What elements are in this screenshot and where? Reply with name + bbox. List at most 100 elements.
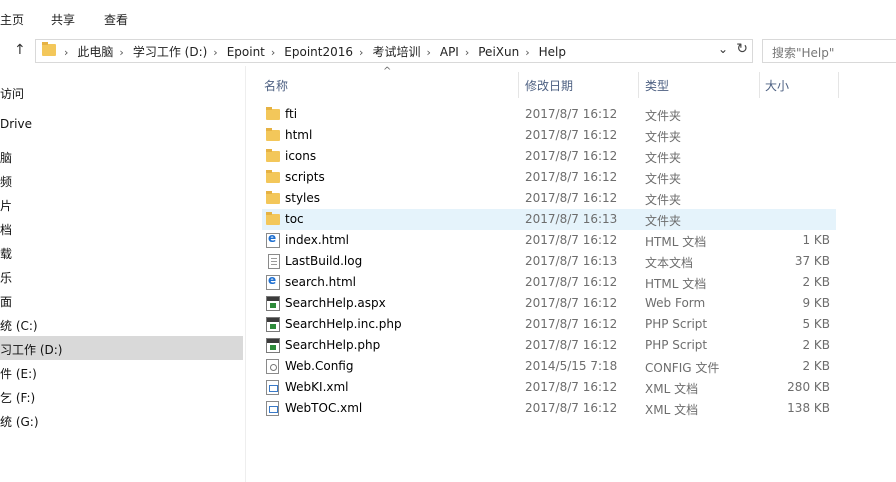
nav-item[interactable]: 统 (C:) — [0, 312, 243, 336]
file-row[interactable]: html 2017/8/7 16:12 文件夹 — [262, 125, 836, 146]
nav-item-label: 统 (G:) — [0, 415, 39, 429]
file-row[interactable]: index.html 2017/8/7 16:12 HTML 文档 1 KB — [262, 230, 836, 251]
breadcrumb-item[interactable]: Help — [539, 45, 566, 59]
file-type: PHP Script — [645, 317, 708, 331]
file-date: 2017/8/7 16:12 — [525, 296, 618, 310]
file-size: 9 KB — [802, 296, 830, 310]
nav-item-label: 乐 — [0, 271, 13, 285]
breadcrumb-separator-icon[interactable]: › — [271, 46, 275, 59]
column-divider[interactable] — [838, 72, 839, 98]
breadcrumb-item[interactable]: Epoint2016 — [284, 45, 353, 59]
file-date: 2017/8/7 16:12 — [525, 107, 618, 121]
column-divider[interactable] — [638, 72, 639, 98]
breadcrumb-item[interactable]: PeiXun — [478, 45, 519, 59]
breadcrumb-separator-icon[interactable]: › — [525, 46, 529, 59]
nav-item-label: 件 (E:) — [0, 367, 37, 381]
file-row[interactable]: LastBuild.log 2017/8/7 16:13 文本文档 37 KB — [262, 251, 836, 272]
column-size-header[interactable]: 大小 — [765, 77, 789, 94]
xml-file-icon — [266, 380, 279, 395]
file-date: 2017/8/7 16:12 — [525, 149, 618, 163]
file-type: 文件夹 — [645, 214, 682, 228]
nav-item[interactable]: 脑 — [0, 144, 243, 168]
refresh-icon[interactable]: ↻ — [736, 41, 748, 57]
tab-share[interactable]: 共享 — [51, 11, 75, 28]
file-name: WebTOC.xml — [285, 401, 363, 415]
file-row[interactable]: WebKI.xml 2017/8/7 16:12 XML 文档 280 KB — [262, 377, 836, 398]
file-type: HTML 文档 — [645, 277, 707, 291]
folder-icon — [266, 128, 280, 141]
file-date: 2014/5/15 7:18 — [525, 359, 618, 373]
file-date: 2017/8/7 16:12 — [525, 317, 618, 331]
breadcrumb-item[interactable]: 此电脑 — [77, 45, 113, 59]
breadcrumb-separator-icon[interactable]: › — [119, 46, 123, 59]
breadcrumb-item[interactable]: 考试培训 — [372, 45, 420, 59]
file-date: 2017/8/7 16:12 — [525, 191, 618, 205]
breadcrumb-separator-icon[interactable]: › — [213, 46, 217, 59]
file-size: 37 KB — [794, 254, 830, 268]
nav-item[interactable]: 档 — [0, 216, 243, 240]
file-row[interactable]: SearchHelp.aspx 2017/8/7 16:12 Web Form 9 K… — [262, 293, 836, 314]
breadcrumb-item[interactable]: API — [440, 45, 459, 59]
file-name: SearchHelp.inc.php — [285, 317, 402, 331]
nav-item[interactable]: 乞 (F:) — [0, 384, 243, 408]
nav-item[interactable]: 面 — [0, 288, 243, 312]
file-name: scripts — [285, 170, 325, 184]
nav-item[interactable]: 频 — [0, 168, 243, 192]
file-row[interactable]: styles 2017/8/7 16:12 文件夹 — [262, 188, 836, 209]
nav-item[interactable]: 片 — [0, 192, 243, 216]
tab-view[interactable]: 查看 — [104, 11, 128, 28]
file-type: 文件夹 — [645, 193, 682, 207]
file-type: 文件夹 — [645, 172, 682, 186]
search-input[interactable]: 搜索"Help" — [762, 39, 896, 63]
nav-item[interactable]: 统 (G:) — [0, 408, 243, 432]
folder-icon — [266, 191, 280, 204]
script-file-icon — [266, 338, 280, 353]
column-date-header[interactable]: 修改日期 — [525, 77, 573, 94]
breadcrumb-item[interactable]: Epoint — [227, 45, 265, 59]
file-row[interactable]: fti 2017/8/7 16:12 文件夹 — [262, 104, 836, 125]
address-bar[interactable]: › 此电脑 › 学习工作 (D:) › Epoint › Epoint2016 › 考试培训 › AP… — [35, 39, 753, 63]
html-file-icon — [266, 273, 280, 290]
breadcrumb-separator-icon[interactable]: › — [64, 46, 68, 59]
file-row[interactable]: Web.Config 2014/5/15 7:18 CONFIG 文件 2 KB — [262, 356, 836, 377]
file-row[interactable]: icons 2017/8/7 16:12 文件夹 — [262, 146, 836, 167]
file-name: WebKI.xml — [285, 380, 349, 394]
breadcrumb-separator-icon[interactable]: › — [465, 46, 469, 59]
breadcrumb-separator-icon[interactable]: › — [426, 46, 430, 59]
breadcrumb-separator-icon[interactable]: › — [359, 46, 363, 59]
html-file-icon — [266, 231, 280, 248]
file-name: LastBuild.log — [285, 254, 363, 268]
file-size: 5 KB — [802, 317, 830, 331]
nav-item[interactable]: Drive — [0, 112, 243, 136]
file-row[interactable]: SearchHelp.inc.php 2017/8/7 16:12 PHP Scri… — [262, 314, 836, 335]
file-type: Web Form — [645, 296, 706, 310]
nav-item[interactable]: 乐 — [0, 264, 243, 288]
file-row[interactable]: toc 2017/8/7 16:13 文件夹 — [262, 209, 836, 230]
nav-item-label: Drive — [0, 117, 32, 131]
file-type: 文件夹 — [645, 109, 682, 123]
column-divider[interactable] — [759, 72, 760, 98]
file-type: 文件夹 — [645, 130, 682, 144]
breadcrumb-item[interactable]: 学习工作 (D:) — [133, 45, 207, 59]
column-divider[interactable] — [518, 72, 519, 98]
tab-home[interactable]: 主页 — [0, 11, 24, 28]
up-arrow-icon[interactable]: ↑ — [14, 42, 26, 58]
nav-item[interactable]: 载 — [0, 240, 243, 264]
nav-item[interactable]: 件 (E:) — [0, 360, 243, 384]
search-placeholder: 搜索"Help" — [772, 46, 835, 60]
file-type: HTML 文档 — [645, 235, 707, 249]
file-size: 2 KB — [802, 338, 830, 352]
file-date: 2017/8/7 16:12 — [525, 233, 618, 247]
file-row[interactable]: SearchHelp.php 2017/8/7 16:12 PHP Script 2 … — [262, 335, 836, 356]
nav-item[interactable]: 访问 — [0, 80, 243, 104]
file-date: 2017/8/7 16:12 — [525, 275, 618, 289]
file-row[interactable]: WebTOC.xml 2017/8/7 16:12 XML 文档 138 KB — [262, 398, 836, 419]
nav-item-label: 统 (C:) — [0, 319, 38, 333]
column-header: 名称 修改日期 类型 大小 — [254, 72, 839, 98]
nav-item[interactable]: 习工作 (D:) — [0, 336, 243, 360]
column-type-header[interactable]: 类型 — [645, 77, 669, 94]
file-row[interactable]: search.html 2017/8/7 16:12 HTML 文档 2 KB — [262, 272, 836, 293]
file-row[interactable]: scripts 2017/8/7 16:12 文件夹 — [262, 167, 836, 188]
chevron-down-icon[interactable]: ⌄ — [718, 42, 728, 56]
column-name-header[interactable]: 名称 — [264, 77, 288, 94]
